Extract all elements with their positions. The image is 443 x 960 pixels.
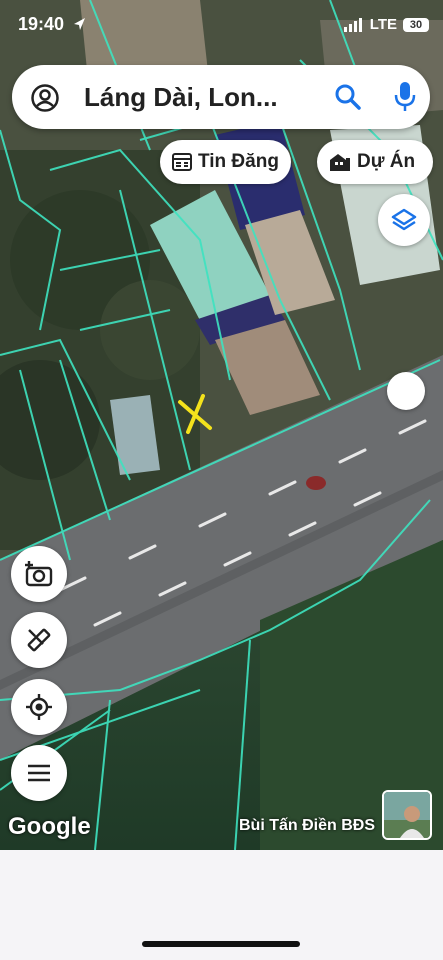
measure-icon: [27, 628, 51, 652]
microphone-icon[interactable]: [394, 81, 416, 113]
search-bar[interactable]: Láng Dài, Lon...: [12, 65, 430, 129]
projects-chip-label: Dự Án: [357, 151, 416, 172]
listings-chip[interactable]: Tin Đăng: [160, 140, 291, 184]
my-location-icon: [26, 694, 52, 720]
listings-chip-label: Tin Đăng: [198, 151, 279, 172]
status-bar: 19:40 LTE 30: [0, 0, 443, 52]
compass-button[interactable]: [387, 372, 425, 410]
avatar[interactable]: [382, 790, 432, 840]
add-photo-button[interactable]: [11, 546, 67, 602]
status-indicators: LTE 30: [343, 16, 429, 33]
location-arrow-icon: [74, 18, 85, 30]
home-indicator[interactable]: [142, 941, 300, 947]
listings-icon: [172, 153, 192, 171]
google-logo: Google: [8, 813, 91, 840]
author-name: Bùi Tấn Điền BĐS: [238, 817, 375, 834]
projects-chip[interactable]: Dự Án: [317, 140, 433, 184]
search-query[interactable]: Láng Dài, Lon...: [84, 82, 278, 113]
menu-button[interactable]: [11, 745, 67, 801]
status-time: 19:40: [18, 14, 65, 34]
building-icon: [330, 154, 350, 171]
menu-icon: [28, 764, 50, 782]
satellite-map[interactable]: 19:40 LTE 30 Láng Dài, Lon... Tin Đăng D…: [0, 0, 443, 850]
search-icon[interactable]: [334, 83, 362, 111]
add-photo-icon: [25, 561, 53, 587]
measure-button[interactable]: [11, 612, 67, 668]
account-circle-icon[interactable]: [30, 83, 60, 113]
network-label: LTE: [369, 16, 397, 33]
avatar-image: [384, 792, 430, 838]
layers-icon: [391, 208, 417, 231]
layers-button[interactable]: [378, 194, 430, 246]
signal-icon: [343, 17, 362, 32]
my-location-button[interactable]: [11, 679, 67, 735]
battery-icon: 30: [403, 17, 429, 32]
battery-level: 30: [409, 18, 423, 31]
